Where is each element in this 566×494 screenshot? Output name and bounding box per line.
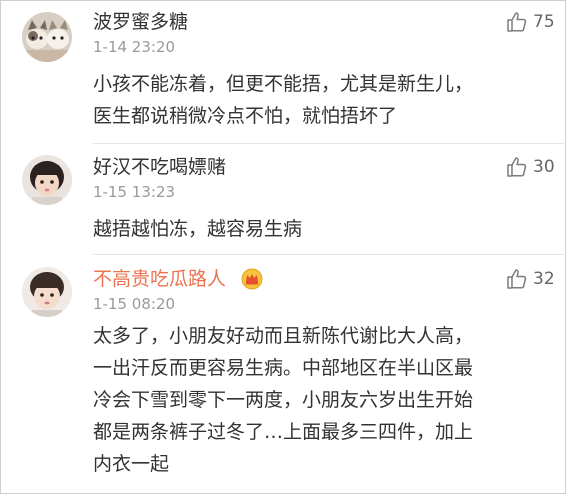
comment-username[interactable]: 好汉不吃喝嫖赌 <box>93 155 226 179</box>
thumbs-up-icon <box>507 12 527 32</box>
comment-text-line: 医生都说稍微冷点不怕，就怕捂坏了 <box>93 105 398 127</box>
comment-text-line: 都是两条裤子过冬了…上面最多三四件，加上 <box>93 421 474 443</box>
comment-text: 越捂越怕冻，越容易生病 <box>93 213 553 245</box>
comment-text-line: 越捂越怕冻，越容易生病 <box>93 218 303 240</box>
comment-timestamp: 1-14 23:20 <box>93 38 176 56</box>
girl-avatar-icon[interactable] <box>22 155 72 205</box>
like-button[interactable]: 30 <box>505 155 561 181</box>
like-count: 75 <box>533 12 555 32</box>
comment-text-line: 一出汗反而更容易生病。中部地区在半山区最 <box>93 357 474 379</box>
like-count: 32 <box>533 269 555 289</box>
comment-text: 太多了，小朋友好动而且新陈代谢比大人高， 一出汗反而更容易生病。中部地区在半山区… <box>93 320 553 480</box>
comment-text-line: 冷会下雪到零下一两度，小朋友六岁出生开始 <box>93 389 474 411</box>
comment-text: 小孩不能冻着，但更不能捂，尤其是新生儿， 医生都说稍微冷点不怕，就怕捂坏了 <box>93 68 553 132</box>
comment-text-line: 内衣一起 <box>93 453 170 475</box>
comment-username[interactable]: 不高贵吃瓜路人 <box>93 267 226 291</box>
two-cats-avatar-icon[interactable] <box>22 12 72 62</box>
divider <box>93 254 566 255</box>
comment-username[interactable]: 波罗蜜多糖 <box>93 10 188 34</box>
thumbs-up-icon <box>507 157 527 177</box>
comment-text-line: 太多了，小朋友好动而且新陈代谢比大人高， <box>93 325 474 347</box>
crown-badge-icon <box>241 268 263 290</box>
like-button[interactable]: 75 <box>505 10 561 36</box>
comment-timestamp: 1-15 08:20 <box>93 295 176 313</box>
like-count: 30 <box>533 157 555 177</box>
divider <box>93 143 566 144</box>
child-avatar-icon[interactable] <box>22 267 72 317</box>
comment-timestamp: 1-15 13:23 <box>93 183 176 201</box>
comment-text-line: 小孩不能冻着，但更不能捂，尤其是新生儿， <box>93 73 474 95</box>
like-button[interactable]: 32 <box>505 267 561 293</box>
thumbs-up-icon <box>507 269 527 289</box>
